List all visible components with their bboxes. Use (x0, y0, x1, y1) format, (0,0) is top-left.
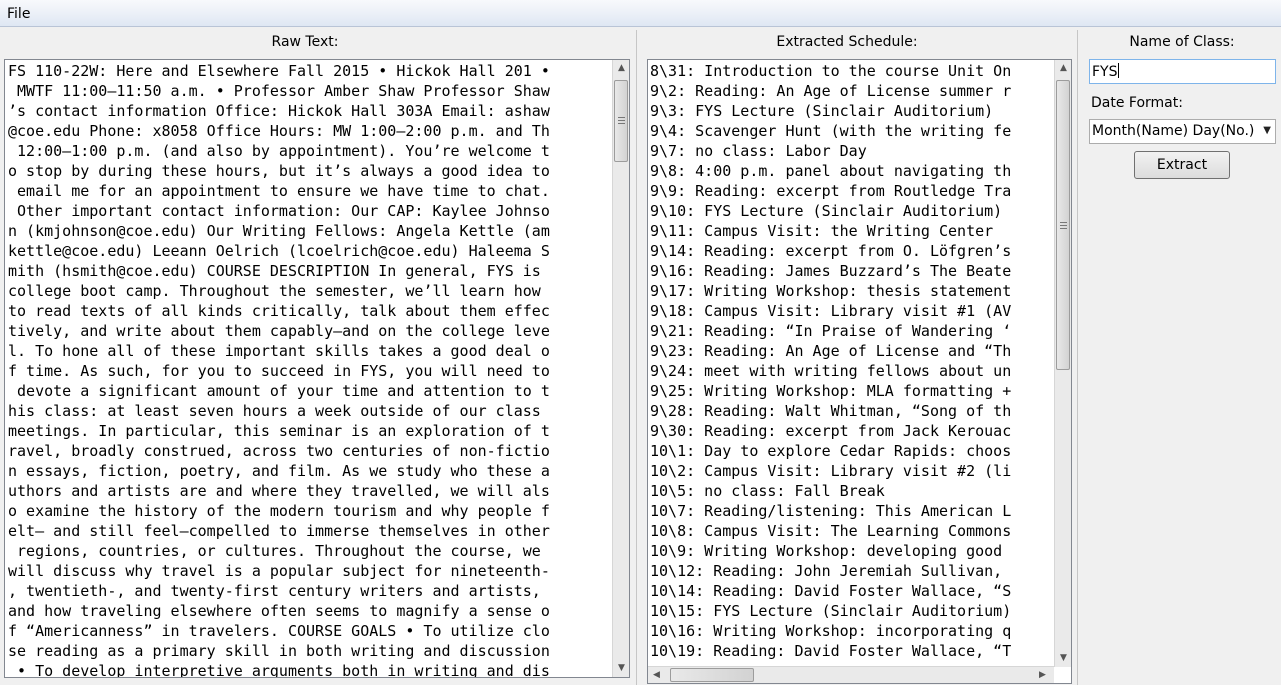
schedule-line: 8\31: Introduction to the course Unit On (650, 62, 1012, 80)
schedule-line: 10\7: Reading/listening: This American L (650, 502, 1012, 520)
raw-line: • To develop interpretive arguments both… (8, 662, 550, 677)
raw-line: his class: at least seven hours a week o… (8, 402, 541, 420)
raw-line: FS 110-22W: Here and Elsewhere Fall 2015… (8, 62, 550, 80)
raw-line: devote a significant amount of your time… (8, 382, 550, 400)
class-name-input[interactable]: FYS (1089, 59, 1276, 84)
raw-line: l. To hone all of these important skills… (8, 342, 550, 360)
schedule-line: 9\10: FYS Lecture (Sinclair Auditorium) (650, 202, 1003, 220)
schedule-line: 10\2: Campus Visit: Library visit #2 (li (650, 462, 1012, 480)
schedule-line: 10\14: Reading: David Foster Wallace, “S (650, 582, 1012, 600)
date-format-select[interactable]: Month(Name) Day(No.) ▼ (1089, 119, 1276, 144)
raw-line: n essays, fiction, poetry, and film. As … (8, 462, 550, 480)
menu-file[interactable]: File (7, 6, 30, 22)
class-name-label: Name of Class: (1129, 34, 1235, 50)
raw-line: tively, and write about them capably—and… (8, 322, 550, 340)
raw-text-title: Raw Text: (271, 34, 339, 50)
schedule-line: 9\4: Scavenger Hunt (with the writing fe (650, 122, 1012, 140)
schedule-line: 9\30: Reading: excerpt from Jack Kerouac (650, 422, 1012, 440)
date-format-label: Date Format: (1091, 95, 1183, 111)
schedule-line: 10\19: Reading: David Foster Wallace, “T (650, 642, 1012, 660)
schedule-line: 9\9: Reading: excerpt from Routledge Tra (650, 182, 1012, 200)
schedule-line: 9\25: Writing Workshop: MLA formatting + (650, 382, 1012, 400)
extract-button[interactable]: Extract (1134, 151, 1230, 179)
raw-line: mith (hsmith@coe.edu) COURSE DESCRIPTION… (8, 262, 541, 280)
schedule-line: 9\11: Campus Visit: the Writing Center (650, 222, 994, 240)
schedule-vscrollbar[interactable]: ▲ ▼ (1054, 60, 1071, 667)
schedule-line: 10\9: Writing Workshop: developing good (650, 542, 1003, 560)
raw-line: meetings. In particular, this seminar is… (8, 422, 550, 440)
raw-line: n (kmjohnson@coe.edu) Our Writing Fellow… (8, 222, 550, 240)
raw-line: @coe.edu Phone: x8058 Office Hours: MW 1… (8, 122, 550, 140)
schedule-text-area[interactable]: 8\31: Introduction to the course Unit On… (647, 59, 1072, 684)
raw-text-area[interactable]: FS 110-22W: Here and Elsewhere Fall 2015… (4, 59, 630, 678)
chevron-down-icon[interactable]: ▼ (1263, 125, 1271, 136)
raw-line: kettle@coe.edu) Leeann Oelrich (lcoelric… (8, 242, 550, 260)
schedule-line: 9\17: Writing Workshop: thesis statement (650, 282, 1012, 300)
schedule-line: 10\8: Campus Visit: The Learning Commons (650, 522, 1012, 540)
schedule-line: 10\5: no class: Fall Break (650, 482, 885, 500)
scroll-down-arrow-icon[interactable]: ▼ (1055, 650, 1071, 667)
raw-text-vscrollbar[interactable]: ▲ ▼ (612, 60, 629, 677)
schedule-line: 9\2: Reading: An Age of License summer r (650, 82, 1012, 100)
raw-text-content: FS 110-22W: Here and Elsewhere Fall 2015… (8, 61, 612, 677)
raw-line: elt— and still feel—compelled to immerse… (8, 522, 550, 540)
raw-line: 12:00–1:00 p.m. (and also by appointment… (8, 142, 550, 160)
raw-line: Other important contact information: Our… (8, 202, 550, 220)
raw-line: ’s contact information Office: Hickok Ha… (8, 102, 550, 120)
raw-line: o examine the history of the modern tour… (8, 502, 550, 520)
class-name-value: FYS (1092, 64, 1118, 80)
raw-line: email me for an appointment to ensure we… (8, 182, 550, 200)
panel-divider-right[interactable] (1077, 30, 1078, 685)
raw-line: and how traveling elsewhere often seems … (8, 602, 550, 620)
panel-divider-left[interactable] (636, 30, 637, 685)
scroll-right-arrow-icon[interactable]: ▶ (1034, 667, 1051, 683)
raw-line: o stop by during these hours, but it’s a… (8, 162, 550, 180)
date-format-value: Month(Name) Day(No.) (1092, 123, 1255, 139)
scroll-up-arrow-icon[interactable]: ▲ (613, 60, 629, 77)
schedule-text-content: 8\31: Introduction to the course Unit On… (650, 61, 1052, 665)
scroll-left-arrow-icon[interactable]: ◀ (648, 667, 665, 683)
schedule-line: 9\14: Reading: excerpt from O. Löfgren’s (650, 242, 1012, 260)
raw-text-scroll-thumb[interactable] (614, 80, 628, 162)
schedule-line: 10\1: Day to explore Cedar Rapids: choos (650, 442, 1012, 460)
schedule-line: 9\28: Reading: Walt Whitman, “Song of th (650, 402, 1012, 420)
schedule-line: 9\23: Reading: An Age of License and “Th (650, 342, 1012, 360)
scroll-up-arrow-icon[interactable]: ▲ (1055, 60, 1071, 77)
schedule-scroll-thumb[interactable] (1056, 80, 1070, 370)
raw-line: se reading as a primary skill in both wr… (8, 642, 550, 660)
schedule-line: 9\24: meet with writing fellows about un (650, 362, 1012, 380)
schedule-hscrollbar[interactable]: ◀ ▶ (648, 666, 1054, 683)
schedule-line: 10\15: FYS Lecture (Sinclair Auditorium) (650, 602, 1012, 620)
raw-line: will discuss why travel is a popular sub… (8, 562, 550, 580)
schedule-line: 9\3: FYS Lecture (Sinclair Auditorium) (650, 102, 994, 120)
raw-line: to read texts of all kinds critically, t… (8, 302, 550, 320)
raw-line: , twentieth-, and twenty-first century w… (8, 582, 541, 600)
schedule-line: 10\16: Writing Workshop: incorporating q (650, 622, 1012, 640)
raw-line: college boot camp. Throughout the semest… (8, 282, 541, 300)
schedule-line: 9\8: 4:00 p.m. panel about navigating th (650, 162, 1012, 180)
raw-line: f “Americanness” in travelers. COURSE GO… (8, 622, 550, 640)
raw-line: f time. As such, for you to succeed in F… (8, 362, 550, 380)
raw-line: uthors and artists are and where they tr… (8, 482, 550, 500)
schedule-line: 9\21: Reading: “In Praise of Wandering ‘ (650, 322, 1012, 340)
raw-line: MWTF 11:00–11:50 a.m. • Professor Amber … (8, 82, 550, 100)
schedule-line: 10\12: Reading: John Jeremiah Sullivan, (650, 562, 1003, 580)
text-cursor (1117, 63, 1119, 78)
extracted-schedule-title: Extracted Schedule: (776, 34, 918, 50)
raw-line: ravel, broadly construed, across two cen… (8, 442, 550, 460)
schedule-line: 9\16: Reading: James Buzzard’s The Beate (650, 262, 1012, 280)
raw-line: regions, countries, or cultures. Through… (8, 542, 541, 560)
schedule-line: 9\18: Campus Visit: Library visit #1 (AV (650, 302, 1012, 320)
schedule-line: 9\7: no class: Labor Day (650, 142, 867, 160)
menu-bar: File (0, 0, 1281, 27)
schedule-hscroll-thumb[interactable] (670, 668, 754, 682)
scroll-down-arrow-icon[interactable]: ▼ (613, 660, 629, 677)
